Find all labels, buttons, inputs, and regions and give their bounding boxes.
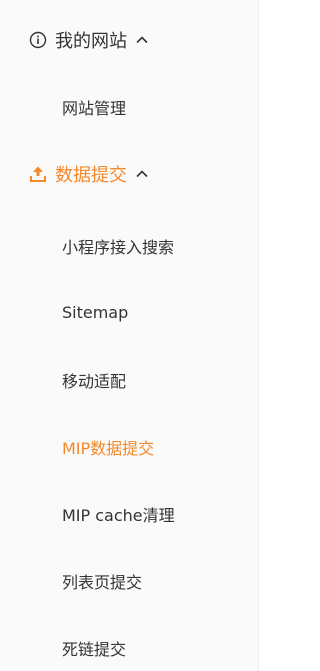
sidebar-nav: 我的网站 网站管理 数据提交 小程序接入搜索 Sitemap 移动适配 MIP数… bbox=[0, 0, 259, 671]
info-circle-icon bbox=[28, 30, 48, 50]
sidebar-group-my-site[interactable]: 我的网站 bbox=[28, 26, 149, 54]
sidebar-group-data-submit[interactable]: 数据提交 bbox=[28, 160, 149, 188]
sidebar-item-label: MIP cache清理 bbox=[62, 506, 175, 525]
sidebar-item-label: MIP数据提交 bbox=[62, 439, 155, 458]
sidebar-item-mip-data-submit[interactable]: MIP数据提交 bbox=[62, 435, 154, 459]
sidebar-item-sitemap[interactable]: Sitemap bbox=[62, 300, 128, 324]
sidebar-item-label: 列表页提交 bbox=[62, 573, 143, 592]
sidebar-item-dead-link-submit[interactable]: 死链提交 bbox=[62, 636, 126, 660]
sidebar-item-label: 网站管理 bbox=[62, 99, 127, 118]
upload-icon bbox=[28, 164, 48, 184]
sidebar-item-label: 死链提交 bbox=[62, 640, 127, 659]
sidebar-item-label: 小程序接入搜索 bbox=[62, 238, 175, 257]
sidebar-item-miniprogram-search[interactable]: 小程序接入搜索 bbox=[62, 234, 174, 258]
sidebar-group-label: 我的网站 bbox=[55, 31, 127, 52]
main-content-area bbox=[259, 0, 320, 671]
sidebar-item-label: Sitemap bbox=[62, 302, 129, 322]
sidebar-item-mip-cache-clear[interactable]: MIP cache清理 bbox=[62, 502, 175, 526]
sidebar-group-label: 数据提交 bbox=[55, 165, 127, 186]
sidebar-item-label: 移动适配 bbox=[62, 372, 127, 391]
chevron-up-icon bbox=[135, 33, 149, 47]
sidebar-item-mobile-adaptation[interactable]: 移动适配 bbox=[62, 368, 126, 392]
chevron-up-icon bbox=[135, 167, 149, 181]
sidebar-item-site-management[interactable]: 网站管理 bbox=[62, 95, 126, 119]
sidebar-item-list-page-submit[interactable]: 列表页提交 bbox=[62, 569, 142, 593]
